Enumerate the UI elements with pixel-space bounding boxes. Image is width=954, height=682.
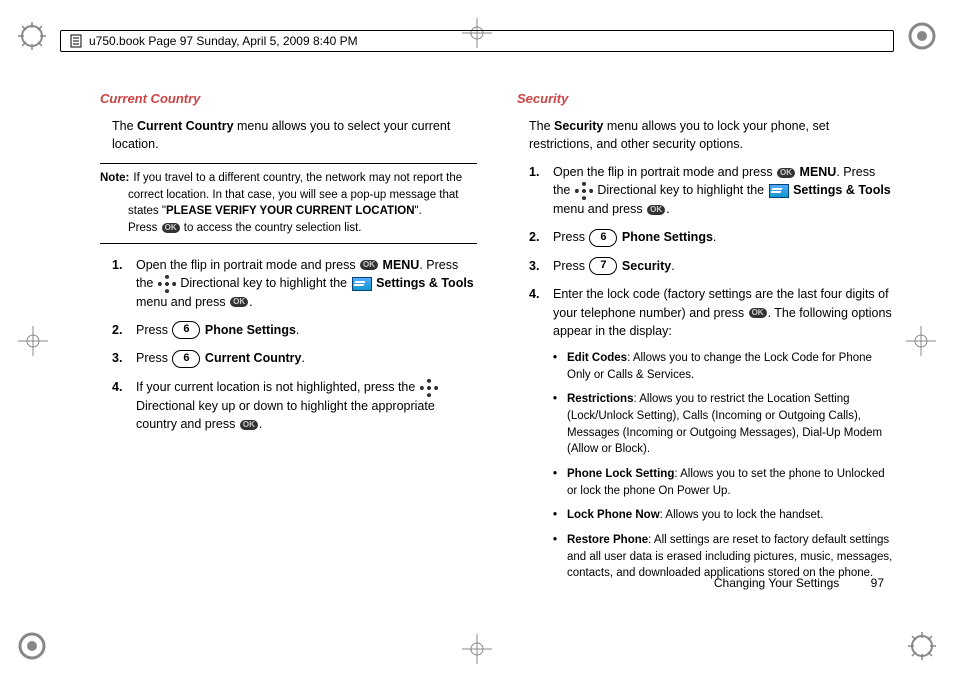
step-r2: 2. Press 6 Phone Settings. (529, 228, 894, 247)
crop-right (906, 326, 936, 356)
footer-chapter: Changing Your Settings (714, 576, 839, 590)
note-box: Note: If you travel to a different count… (100, 163, 477, 244)
decor-top-right (908, 22, 936, 50)
decor-bottom-right (908, 632, 936, 660)
step-l2: 2. Press 6 Phone Settings. (112, 321, 477, 340)
note-text: If you travel to a different country, th… (128, 170, 477, 237)
step-l3: 3. Press 6 Current Country. (112, 349, 477, 368)
bullet-restrictions: •Restrictions: Allows you to restrict th… (553, 391, 894, 458)
intro-left: The Current Country menu allows you to s… (112, 117, 477, 153)
dpad-icon (158, 275, 176, 293)
steps-left: 1. Open the flip in portrait mode and pr… (112, 256, 477, 433)
dpad-icon (575, 182, 593, 200)
crop-left (18, 326, 48, 356)
step-l4: 4. If your current location is not highl… (112, 378, 477, 433)
intro-right: The Security menu allows you to lock you… (529, 117, 894, 153)
settings-icon (769, 184, 789, 198)
ok-icon: OK (777, 168, 795, 178)
bullets-right: •Edit Codes: Allows you to change the Lo… (553, 350, 894, 582)
ok-icon: OK (647, 205, 665, 215)
footer-page: 97 (871, 576, 884, 590)
steps-right: 1. Open the flip in portrait mode and pr… (529, 163, 894, 340)
step-r1: 1. Open the flip in portrait mode and pr… (529, 163, 894, 218)
page-footer: Changing Your Settings 97 (714, 576, 884, 590)
ok-icon: OK (240, 420, 258, 430)
bullet-lock-now: •Lock Phone Now: Allows you to lock the … (553, 507, 894, 524)
ok-icon: OK (230, 297, 248, 307)
step-r4: 4. Enter the lock code (factory settings… (529, 285, 894, 339)
step-r3: 3. Press 7 Security. (529, 257, 894, 276)
heading-current-country: Current Country (100, 90, 477, 109)
ok-icon: OK (360, 260, 378, 270)
heading-security: Security (517, 90, 894, 109)
key-6-icon: 6 (172, 350, 200, 368)
ok-icon: OK (162, 223, 180, 233)
note-label: Note: (100, 170, 129, 187)
settings-icon (352, 277, 372, 291)
header-text: u750.book Page 97 Sunday, April 5, 2009 … (89, 34, 358, 48)
decor-bottom-left (18, 632, 46, 660)
decor-top-left (18, 22, 46, 50)
key-6-icon: 6 (589, 229, 617, 247)
step-l1: 1. Open the flip in portrait mode and pr… (112, 256, 477, 311)
bullet-edit-codes: •Edit Codes: Allows you to change the Lo… (553, 350, 894, 383)
crop-bottom (462, 634, 492, 664)
page-header: u750.book Page 97 Sunday, April 5, 2009 … (60, 30, 894, 52)
key-6-icon: 6 (172, 321, 200, 339)
page-body: Current Country The Current Country menu… (100, 90, 894, 590)
bullet-phone-lock: •Phone Lock Setting: Allows you to set t… (553, 466, 894, 499)
dpad-icon (420, 379, 438, 397)
bullet-restore: •Restore Phone: All settings are reset t… (553, 532, 894, 582)
col-right: Security The Security menu allows you to… (517, 90, 894, 590)
ok-icon: OK (749, 308, 767, 318)
col-left: Current Country The Current Country menu… (100, 90, 477, 590)
key-7-icon: 7 (589, 257, 617, 275)
